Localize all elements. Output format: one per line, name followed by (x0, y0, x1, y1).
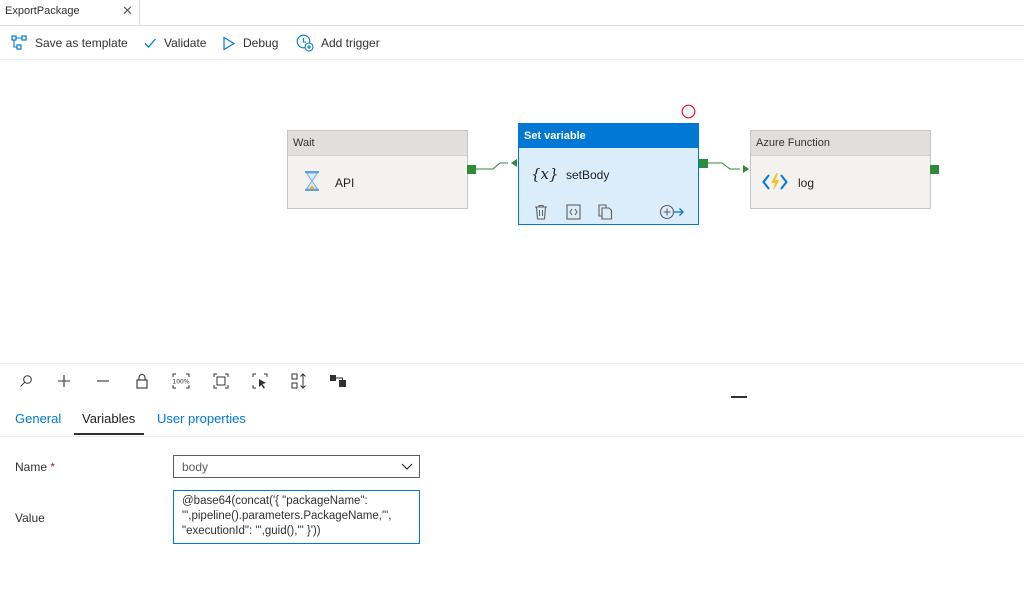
document-tab-strip: ExportPackage ✕ (0, 0, 1024, 26)
panel-resize-handle[interactable] (731, 396, 747, 398)
variable-icon: {x} (531, 165, 559, 183)
close-icon[interactable]: ✕ (122, 3, 133, 19)
tab-variables[interactable]: Variables (82, 411, 135, 426)
value-line: "',pipeline().parameters.PackageName,'", (182, 510, 392, 522)
activity-type-label: Wait (293, 137, 315, 149)
active-tab-indicator (74, 433, 144, 435)
activity-set-variable-setbody[interactable]: Set variable {x} setBody (518, 123, 699, 225)
code-icon[interactable] (566, 204, 581, 220)
save-template-icon (11, 35, 27, 50)
zoom-100-icon[interactable]: 100% (172, 372, 190, 390)
add-trigger-button[interactable]: Add trigger (296, 34, 380, 52)
dropdown-selected-value: body (182, 460, 209, 474)
add-output-icon[interactable] (659, 204, 685, 220)
activity-connectors (476, 159, 749, 173)
save-as-template-button[interactable]: Save as template (11, 34, 128, 52)
activity-type-label: Set variable (524, 130, 586, 142)
activity-header: Set variable (519, 124, 698, 148)
tab-title: ExportPackage (5, 5, 80, 17)
variable-name-dropdown[interactable]: body (173, 455, 420, 478)
fit-to-window-icon[interactable] (212, 372, 230, 390)
checkmark-icon (144, 38, 156, 48)
search-icon[interactable] (17, 372, 35, 390)
debug-button[interactable]: Debug (222, 34, 278, 52)
activity-type-label: Azure Function (756, 137, 830, 149)
value-expression-field[interactable]: @base64(concat('{ "packageName": "',pipe… (173, 490, 420, 544)
chevron-down-icon (401, 463, 413, 470)
zoom-in-icon[interactable] (55, 372, 73, 390)
layout-icon[interactable] (329, 372, 347, 390)
value-field-label: Value (15, 511, 45, 525)
select-icon[interactable] (251, 372, 269, 390)
activity-wait-api[interactable]: Wait API (287, 130, 468, 209)
validate-label: Validate (164, 36, 207, 50)
name-label-text: Name (15, 460, 48, 474)
save-as-template-label: Save as template (35, 36, 128, 50)
zoom-100-label: 100% (172, 379, 189, 386)
activity-name: setBody (566, 168, 610, 182)
value-line: @base64(concat('{ "packageName": (182, 495, 368, 507)
azure-function-icon (762, 173, 788, 191)
output-port[interactable] (699, 159, 708, 168)
delete-icon[interactable] (534, 204, 548, 220)
add-trigger-label: Add trigger (321, 36, 380, 50)
output-port[interactable] (930, 165, 939, 174)
zoom-out-icon[interactable] (94, 372, 112, 390)
tab-exportpackage[interactable]: ExportPackage ✕ (0, 0, 140, 25)
activity-header: Wait (288, 131, 467, 156)
value-line: "executionId": "',guid(),'" }')) (182, 525, 321, 537)
trigger-icon (296, 34, 314, 52)
play-icon (223, 35, 236, 51)
activity-name: API (335, 176, 355, 190)
debug-label: Debug (243, 36, 279, 50)
pipeline-toolbar: Save as template Validate Debug Add trig… (0, 26, 1024, 60)
properties-tabs: General Variables User properties (0, 399, 1024, 437)
tab-general[interactable]: General (15, 411, 61, 426)
copy-icon[interactable] (598, 204, 613, 220)
name-field-label: Name * (15, 460, 55, 474)
tab-user-properties[interactable]: User properties (157, 411, 246, 426)
activity-azure-function-log[interactable]: Azure Function log (750, 130, 931, 209)
lock-icon[interactable] (133, 372, 151, 390)
hourglass-icon (305, 171, 319, 191)
auto-align-icon[interactable] (290, 372, 308, 390)
error-indicator-icon[interactable] (681, 104, 696, 119)
pipeline-canvas[interactable]: Wait API Set variable {x} setBody Azure … (0, 60, 1024, 363)
validate-button[interactable]: Validate (143, 34, 206, 52)
activity-header: Azure Function (751, 131, 930, 156)
required-marker: * (50, 460, 56, 474)
canvas-toolbar: 100% (0, 363, 1024, 398)
activity-name: log (798, 176, 815, 190)
output-port[interactable] (467, 165, 476, 174)
